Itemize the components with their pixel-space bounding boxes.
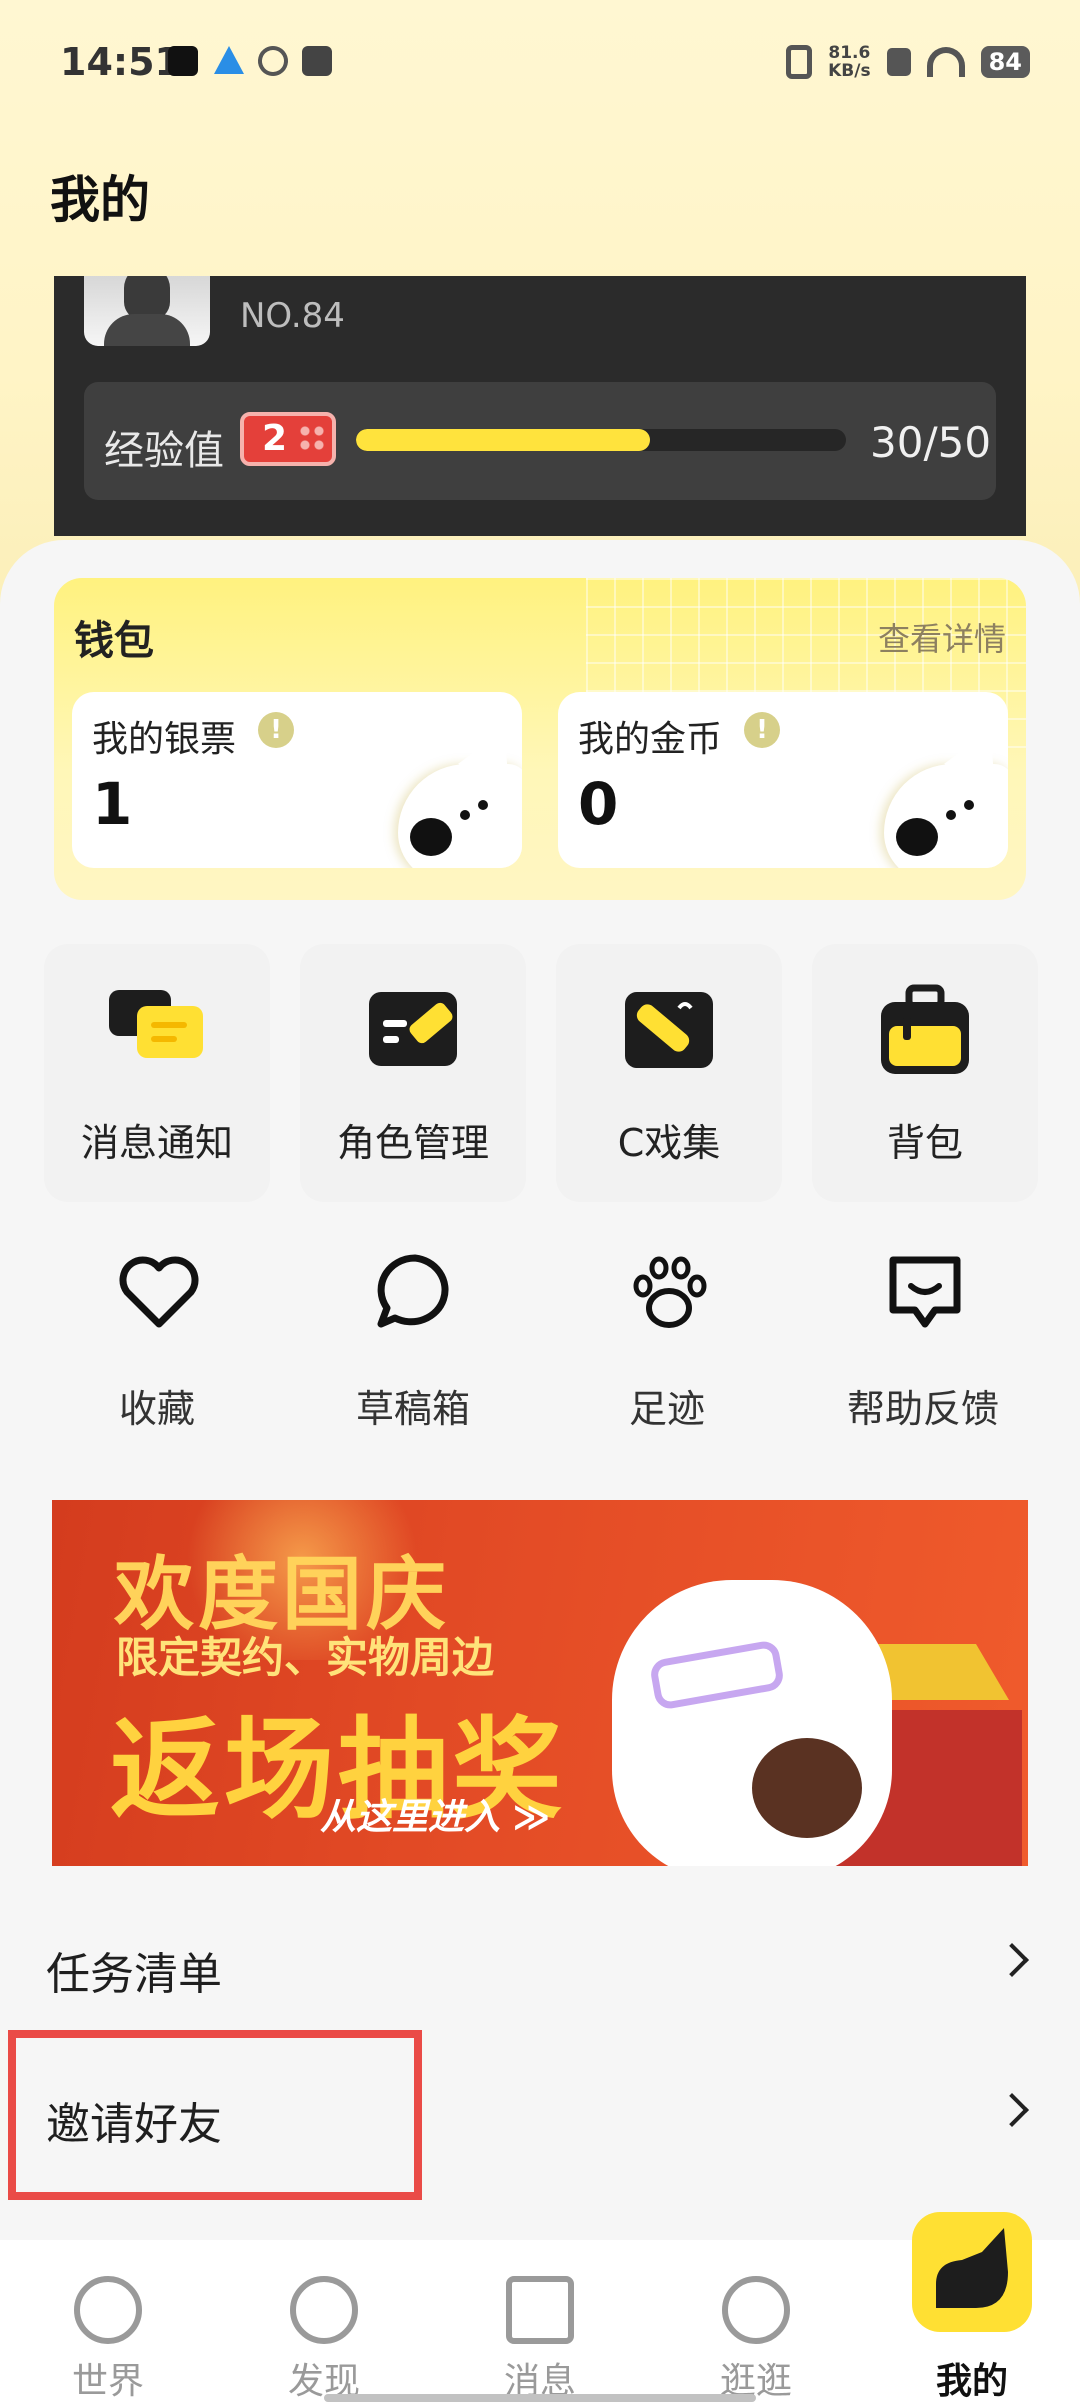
- nav-discover[interactable]: 发现: [244, 2270, 404, 2402]
- bag-icon: [881, 984, 969, 1074]
- tool-favorites[interactable]: 收藏: [42, 1240, 272, 1440]
- paw-icon: [633, 1256, 707, 1328]
- tool-label: 草稿箱: [355, 1387, 470, 1431]
- task-list-row[interactable]: 任务清单: [0, 1890, 1080, 2040]
- silver-label: 我的银票: [92, 719, 237, 760]
- silver-card[interactable]: 我的银票 ! 1: [72, 692, 522, 868]
- user-number: NO.84: [240, 296, 345, 336]
- warning-icon: [214, 46, 244, 74]
- dog-nose: [410, 818, 452, 856]
- wallet-card: 钱包 查看详情 我的银票 ! 1 我的金币 ! 0: [54, 578, 1026, 900]
- level-badge: 2: [240, 412, 336, 466]
- feedback-icon: [889, 1256, 961, 1328]
- tool-help-feedback[interactable]: 帮助反馈: [808, 1240, 1038, 1440]
- nav-messages[interactable]: 消息: [460, 2270, 620, 2402]
- highlight-box: [8, 2030, 422, 2200]
- battery-indicator: 84: [980, 46, 1030, 78]
- tool-label: 收藏: [118, 1387, 195, 1431]
- eye-icon: [722, 2276, 790, 2344]
- chevron-right-icon: [995, 1943, 1029, 1977]
- dog-eye: [478, 800, 488, 810]
- profile-card[interactable]: NO.84 经验值 2 30/50: [54, 276, 1026, 536]
- tiktok-icon: [168, 46, 198, 76]
- feature-label: 角色管理: [336, 1121, 489, 1165]
- banner-enter-link[interactable]: 从这里进入 ≫: [320, 1788, 550, 1840]
- feature-label: C戏集: [617, 1121, 721, 1165]
- national-day-banner[interactable]: 欢度国庆 限定契约、实物周边 返场抽奖 从这里进入 ≫: [52, 1500, 1028, 1866]
- nav-world[interactable]: 世界: [28, 2270, 188, 2402]
- banner-subline: 限定契约、实物周边: [116, 1633, 495, 1682]
- status-right: 81.6 KB/s 84: [786, 40, 1030, 84]
- wallet-title: 钱包: [74, 618, 154, 664]
- avatar[interactable]: [84, 276, 210, 346]
- megaphone-icon: [506, 2276, 574, 2344]
- dog-ear: [944, 718, 1008, 788]
- tool-label: 足迹: [628, 1387, 705, 1431]
- dog-nose: [896, 818, 938, 856]
- gold-label: 我的金币: [578, 719, 723, 760]
- edit-icon: [369, 992, 457, 1066]
- row-label: 任务清单: [46, 1949, 222, 2000]
- exp-progress-fill: [356, 429, 650, 451]
- experience-bar[interactable]: 经验值 2 30/50: [84, 382, 996, 500]
- home-indicator: [324, 2394, 756, 2402]
- nav-mine[interactable]: 我的: [892, 2270, 1052, 2402]
- wifi-icon: [926, 47, 965, 77]
- message-icon: [109, 990, 203, 1058]
- tool-footprints[interactable]: 足迹: [552, 1240, 782, 1440]
- silver-value: 1: [92, 770, 133, 838]
- dog-mascot-icon: [884, 718, 1008, 868]
- info-icon[interactable]: !: [744, 712, 780, 748]
- dog-ear: [458, 718, 522, 788]
- heart-icon: [119, 1256, 199, 1328]
- nav-browse[interactable]: 逛逛: [676, 2270, 836, 2402]
- feature-label: 消息通知: [80, 1121, 233, 1165]
- banner-dog-nose: [752, 1738, 862, 1838]
- exp-label: 经验值: [104, 428, 224, 474]
- feature-label: 背包: [886, 1121, 963, 1165]
- banner-dog-mascot: [612, 1580, 892, 1866]
- info-icon[interactable]: !: [258, 712, 294, 748]
- exp-progress-track: [356, 429, 846, 451]
- vibrate-icon: [786, 45, 813, 79]
- nav-label: 世界: [71, 2361, 144, 2402]
- chat-bubble-icon: [377, 1254, 449, 1328]
- dog-eye: [964, 800, 974, 810]
- exp-count: 30/50: [870, 418, 992, 467]
- gold-value: 0: [578, 770, 619, 838]
- discover-icon: [290, 2276, 358, 2344]
- net-speed: 81.6 KB/s: [828, 44, 870, 80]
- level-badge-decoration: [298, 424, 326, 454]
- nav-label: 我的: [935, 2361, 1008, 2402]
- status-time: 14:51: [60, 40, 181, 84]
- feature-role-manage[interactable]: 角色管理: [300, 944, 526, 1202]
- dog-eye: [946, 810, 956, 820]
- dog-mascot-icon: [398, 718, 522, 868]
- feature-backpack[interactable]: 背包: [812, 944, 1038, 1202]
- level-value: 2: [262, 418, 288, 459]
- net-speed-unit: KB/s: [828, 61, 871, 81]
- avatar-body: [104, 314, 190, 346]
- feature-message-notify[interactable]: 消息通知: [44, 944, 270, 1202]
- tool-drafts[interactable]: 草稿箱: [298, 1240, 528, 1440]
- sim-off-icon: [886, 48, 911, 76]
- drama-icon: [625, 992, 713, 1068]
- gold-card[interactable]: 我的金币 ! 0: [558, 692, 1008, 868]
- mail-icon: [302, 46, 332, 76]
- chevron-right-icon: [995, 2093, 1029, 2127]
- wallet-detail-link[interactable]: 查看详情: [878, 614, 1006, 660]
- page-title: 我的: [50, 171, 150, 229]
- dog-eye: [460, 810, 470, 820]
- tool-label: 帮助反馈: [846, 1387, 999, 1431]
- planet-icon: [74, 2276, 142, 2344]
- net-speed-value: 81.6: [828, 43, 871, 63]
- feature-drama-collection[interactable]: C戏集: [556, 944, 782, 1202]
